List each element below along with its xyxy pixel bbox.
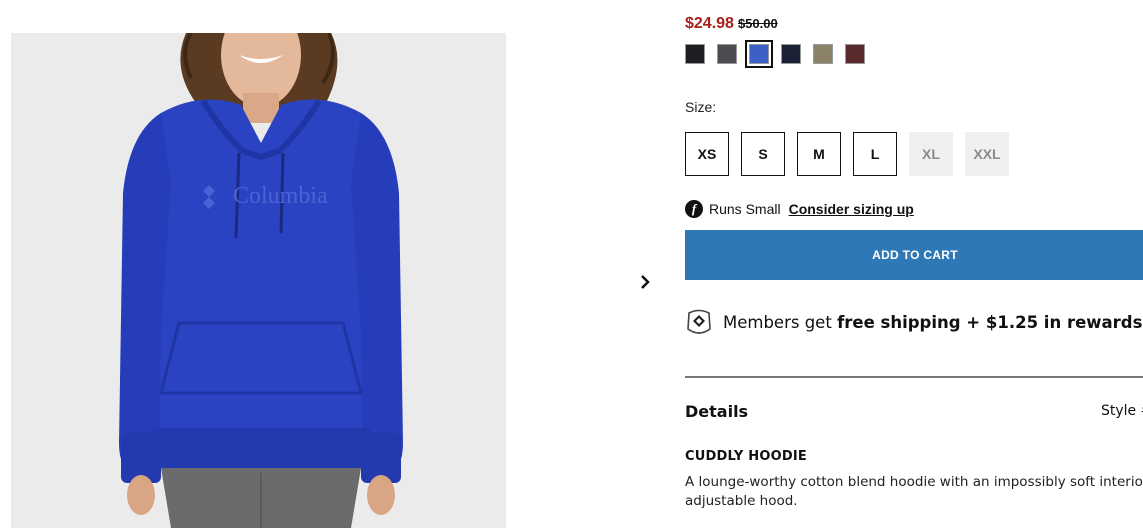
color-swatch[interactable] bbox=[745, 40, 773, 68]
fit-text: Runs Small bbox=[709, 201, 781, 217]
size-option-xs[interactable]: XS bbox=[685, 132, 729, 176]
hoodie-photo: Columbia bbox=[119, 33, 403, 528]
style-number-label: Style # bbox=[1101, 403, 1143, 419]
members-prefix: Members get bbox=[723, 312, 832, 332]
color-swatch[interactable] bbox=[813, 44, 833, 64]
description-line-1: A lounge-worthy cotton blend hoodie with… bbox=[685, 474, 1143, 490]
members-text: Members get free shipping + $1.25 in rew… bbox=[723, 313, 1142, 332]
rewards-diamond-icon bbox=[687, 309, 711, 334]
original-price: $50.00 bbox=[737, 16, 778, 31]
fit-guidance: f Runs Small Consider sizing up bbox=[685, 200, 914, 218]
size-label: Size: bbox=[685, 99, 717, 115]
size-option-s[interactable]: S bbox=[741, 132, 785, 176]
section-divider bbox=[685, 376, 1143, 378]
product-description: A lounge-worthy cotton blend hoodie with… bbox=[685, 473, 1143, 511]
color-swatch[interactable] bbox=[685, 44, 705, 64]
chevron-right-icon bbox=[641, 275, 650, 289]
size-option-l[interactable]: L bbox=[853, 132, 897, 176]
color-swatch[interactable] bbox=[845, 44, 865, 64]
size-option-xxl[interactable]: XXL bbox=[965, 132, 1009, 176]
add-to-cart-button[interactable]: ADD TO CART bbox=[685, 230, 1143, 280]
members-benefit: free shipping + $1.25 in rewards bbox=[837, 312, 1143, 332]
description-line-2: adjustable hood. bbox=[685, 493, 798, 509]
product-name: CUDDLY HOODIE bbox=[685, 449, 807, 464]
details-heading[interactable]: Details bbox=[685, 402, 748, 421]
fit-predictor-icon: f bbox=[685, 200, 703, 218]
sale-price: $24.98 bbox=[685, 15, 734, 32]
size-option-xl[interactable]: XL bbox=[909, 132, 953, 176]
size-option-m[interactable]: M bbox=[797, 132, 841, 176]
color-swatch[interactable] bbox=[781, 44, 801, 64]
members-banner: Members get free shipping + $1.25 in rew… bbox=[685, 307, 1142, 337]
price: $24.98 $50.00 bbox=[685, 15, 778, 33]
color-swatch[interactable] bbox=[717, 44, 737, 64]
next-image-button[interactable] bbox=[634, 270, 656, 294]
product-page: Columbia $24.98 $50.00 Size: XS S M L XL XXL … bbox=[0, 0, 1143, 528]
size-options: XS S M L XL XXL bbox=[685, 132, 1009, 176]
product-image[interactable]: Columbia bbox=[11, 33, 506, 528]
sizing-up-link[interactable]: Consider sizing up bbox=[789, 201, 914, 217]
color-swatches bbox=[685, 40, 865, 68]
hoodie-logo-text: Columbia bbox=[233, 183, 328, 209]
